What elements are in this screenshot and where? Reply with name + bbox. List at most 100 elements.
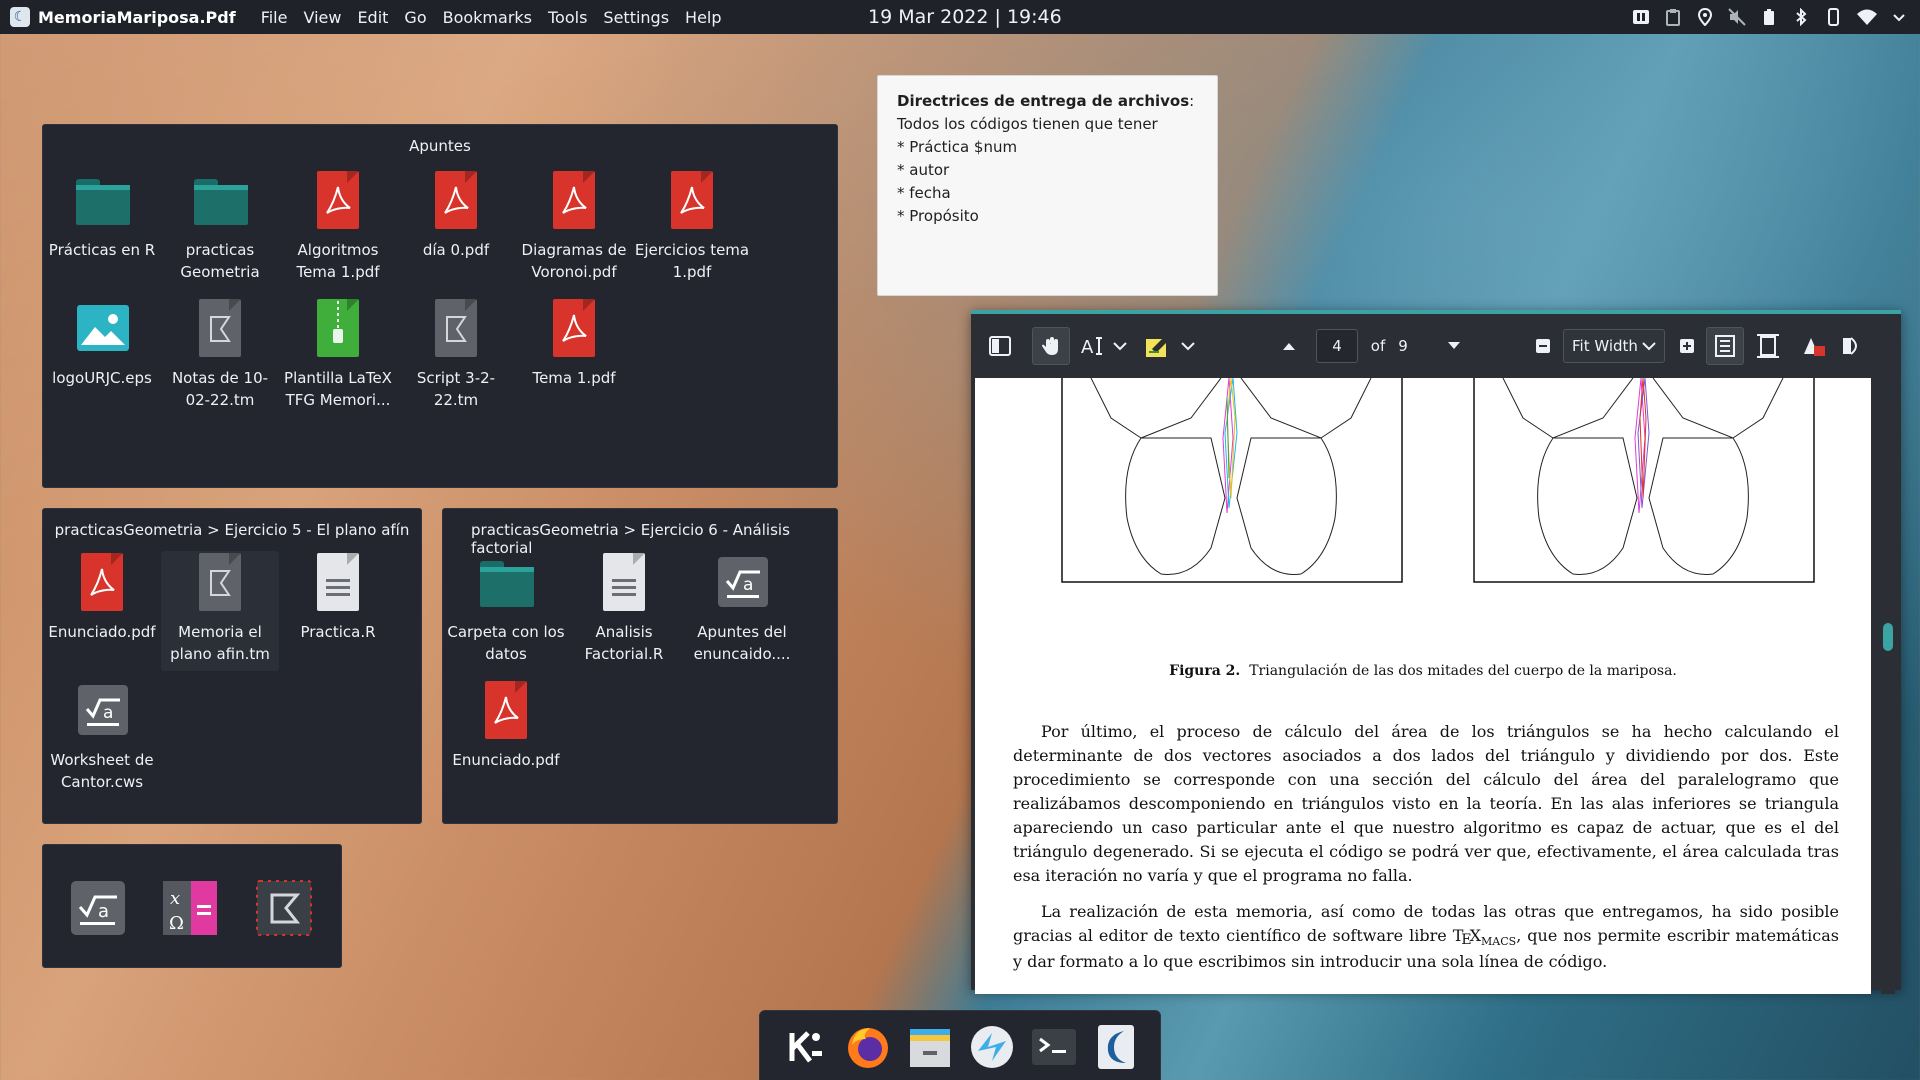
annotation-highlighter-icon[interactable] [1139, 327, 1177, 365]
clipboard-icon[interactable] [1664, 8, 1682, 26]
cantor-icon: a [78, 685, 128, 735]
media-icon[interactable] [1632, 8, 1650, 26]
file-item[interactable]: Practica.R [279, 551, 397, 643]
discover-icon[interactable] [968, 1023, 1016, 1071]
image-icon [77, 305, 129, 351]
texmacs-logo-text: TEXMACS [1452, 926, 1517, 948]
fit-width-view-icon[interactable] [1706, 327, 1744, 365]
browse-hand-tool-icon[interactable] [1032, 327, 1070, 365]
butterfly-triangulation-figure-right [1473, 378, 1815, 583]
text-file-icon [603, 553, 645, 611]
text-selection-tool-icon[interactable]: A [1074, 327, 1112, 365]
zoom-select[interactable]: Fit Width [1563, 329, 1665, 363]
file-item[interactable]: Notas de 10-02-22.tm [161, 297, 279, 411]
wifi-icon[interactable] [1856, 8, 1878, 26]
file-label: Prácticas en R [48, 241, 156, 259]
note-heading-line: Directrices de entrega de archivos: [897, 90, 1198, 113]
file-label: logoURJC.eps [52, 369, 152, 387]
clock[interactable]: 19 Mar 2022 | 19:46 [868, 6, 1062, 28]
firefox-icon[interactable] [844, 1023, 892, 1071]
file-item[interactable]: día 0.pdf [397, 169, 515, 261]
previous-page-icon[interactable] [1276, 327, 1302, 365]
zoom-in-icon[interactable] [1675, 327, 1699, 365]
figure-caption-label: Figura 2. [1169, 663, 1241, 679]
scrollbar-thumb[interactable] [1883, 623, 1893, 651]
menu-help[interactable]: Help [678, 8, 728, 27]
file-manager-icon[interactable] [906, 1023, 954, 1071]
phone-icon[interactable] [1824, 8, 1842, 26]
folder-view-ejercicio-5[interactable]: practicasGeometria > Ejercicio 5 - El pl… [42, 508, 422, 824]
tray-expand-icon[interactable] [1892, 8, 1906, 26]
file-item[interactable]: Analisis Factorial.R [565, 551, 683, 665]
texmacs-launcher-icon[interactable] [255, 879, 313, 937]
bluetooth-icon[interactable] [1792, 8, 1810, 26]
file-label: Analisis Factorial.R [584, 623, 664, 663]
file-item[interactable]: Memoria el plano afin.tm [161, 551, 279, 671]
menu-go[interactable]: Go [397, 8, 433, 27]
svg-text:a: a [98, 901, 109, 922]
okular-app-icon: ☾ [10, 7, 30, 27]
menu-edit[interactable]: Edit [350, 8, 395, 27]
file-label: Carpeta con los datos [447, 623, 565, 663]
color-mode-icon[interactable] [1795, 327, 1833, 365]
file-label: Notas de 10-02-22.tm [171, 369, 269, 409]
svg-text:A: A [1081, 337, 1094, 357]
okular-icon[interactable] [1092, 1023, 1140, 1071]
file-item[interactable]: Diagramas de Voronoi.pdf [515, 169, 633, 283]
folder-view-title: Apuntes [409, 137, 471, 155]
texmacs-icon [435, 299, 477, 357]
file-item[interactable]: Plantilla LaTeX TFG Memori... [279, 297, 397, 411]
menu-view[interactable]: View [296, 8, 348, 27]
file-item[interactable]: Carpeta con los datos [447, 551, 565, 665]
sticky-note[interactable]: Directrices de entrega de archivos: Todo… [877, 75, 1218, 296]
file-item[interactable]: Script 3-2-22.tm [397, 297, 515, 411]
kde-menu-icon[interactable] [782, 1023, 830, 1071]
menu-file[interactable]: File [254, 8, 295, 27]
menu-tools[interactable]: Tools [541, 8, 594, 27]
note-line: * fecha [897, 184, 951, 202]
task-manager-dock [759, 1010, 1161, 1080]
cantor-launcher-icon[interactable]: a [69, 879, 127, 937]
selection-tool-dropdown-icon[interactable] [1111, 327, 1129, 365]
okular-window[interactable]: A 4 of 9 Fit Width Figura 2. Triangulaci… [971, 310, 1901, 994]
location-icon[interactable] [1696, 8, 1714, 26]
note-line: * autor [897, 161, 950, 179]
kalgebra-launcher-icon[interactable]: xΩ [161, 879, 219, 937]
file-item[interactable]: practicas Geometria [161, 169, 279, 283]
file-label: Enunciado.pdf [452, 751, 560, 769]
svg-text:Ω: Ω [169, 913, 184, 934]
file-item[interactable]: logoURJC.eps [43, 297, 161, 389]
file-item[interactable]: a Worksheet de Cantor.cws [43, 679, 161, 793]
file-item[interactable]: Enunciado.pdf [43, 551, 161, 643]
vertical-scrollbar[interactable] [1881, 378, 1895, 994]
fit-page-view-icon[interactable] [1749, 327, 1787, 365]
presentation-mode-icon[interactable] [1833, 327, 1871, 365]
document-page[interactable]: Figura 2. Triangulación de las dos mitad… [975, 378, 1871, 994]
folder-view-apuntes[interactable]: Apuntes Prácticas en R practicas Geometr… [42, 124, 838, 488]
next-page-icon[interactable] [1441, 327, 1467, 365]
menu-settings[interactable]: Settings [596, 8, 676, 27]
volume-muted-icon[interactable] [1728, 8, 1746, 26]
battery-icon[interactable] [1760, 8, 1778, 26]
sidebar-toggle-icon[interactable] [981, 327, 1019, 365]
file-item[interactable]: a Apuntes del enuncaido.... [683, 551, 801, 665]
folder-view-ejercicio-6[interactable]: practicasGeometria > Ejercicio 6 - Análi… [442, 508, 838, 824]
annotation-dropdown-icon[interactable] [1179, 327, 1197, 365]
menu-bookmarks[interactable]: Bookmarks [436, 8, 539, 27]
terminal-icon[interactable] [1030, 1023, 1078, 1071]
note-line: Todos los códigos tienen que tener [897, 115, 1158, 133]
file-item[interactable]: Prácticas en R [43, 169, 161, 261]
file-item[interactable]: Algoritmos Tema 1.pdf [279, 169, 397, 283]
zoom-out-icon[interactable] [1531, 327, 1555, 365]
page-number-input[interactable]: 4 [1316, 329, 1358, 363]
file-item[interactable]: Tema 1.pdf [515, 297, 633, 389]
note-heading: Directrices de entrega de archivos [897, 92, 1190, 110]
file-item[interactable]: Ejercicios tema 1.pdf [633, 169, 751, 283]
file-item[interactable]: Enunciado.pdf [447, 679, 565, 771]
page-total-label: 9 [1398, 337, 1408, 355]
file-label: Tema 1.pdf [532, 369, 616, 387]
folder-icon [194, 179, 248, 225]
archive-icon [317, 299, 359, 357]
pdf-icon [317, 171, 359, 229]
pdf-icon [81, 553, 123, 611]
